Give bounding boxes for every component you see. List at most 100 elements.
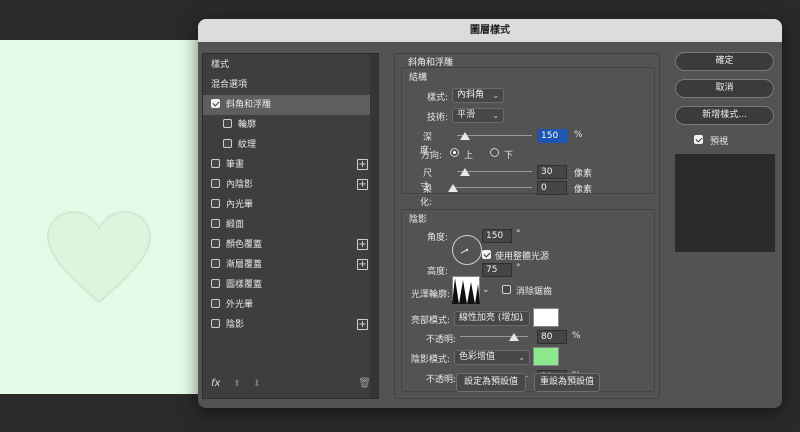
- gloss-chevron-down-icon[interactable]: ⌄: [482, 285, 490, 295]
- sidebar-item-label: 紋理: [238, 140, 257, 150]
- sidebar-scrollbar[interactable]: [370, 54, 378, 398]
- heart-shape-icon: [46, 210, 152, 304]
- sidebar-item-checkbox[interactable]: [211, 219, 220, 228]
- sidebar-item-label: 斜角和浮雕: [226, 100, 272, 110]
- sidebar-item[interactable]: 筆畫 +: [203, 155, 370, 175]
- sidebar-item-label: 內陰影: [226, 180, 254, 190]
- sidebar-item[interactable]: 內陰影 +: [203, 175, 370, 195]
- sidebar-item[interactable]: 陰影 +: [203, 315, 370, 335]
- bevel-emboss-panel: 斜角和浮雕 結構 樣式: 內斜角 ⌄ 技術: 平滑 ⌄ 深度: 150 % 方向…: [394, 53, 660, 399]
- shading-group: 陰影 角度: 150 ° 使用整體光源 高度: 75 ° 光澤輪廓: ⌄ 消除鋸…: [401, 209, 655, 392]
- antialias-label: 消除鋸齒: [516, 287, 553, 297]
- sidebar-item-label: 緞面: [226, 220, 245, 230]
- gloss-contour-label: 光澤輪廓:: [410, 290, 450, 300]
- fx-icon[interactable]: fx: [211, 378, 220, 389]
- angle-input[interactable]: 150: [482, 229, 512, 243]
- direction-down-radio[interactable]: [490, 148, 499, 157]
- highlight-opacity-input[interactable]: 80: [537, 330, 567, 344]
- shadow-opacity-label: 不透明:: [425, 375, 456, 385]
- size-slider-thumb[interactable]: [460, 168, 470, 176]
- depth-slider-thumb[interactable]: [460, 132, 470, 140]
- sidebar-footer: fx ⬆ ⬇ 🗑: [211, 378, 371, 392]
- size-unit: 像素: [574, 169, 593, 179]
- soften-slider-track[interactable]: [452, 187, 532, 188]
- add-effect-plus-icon[interactable]: +: [357, 259, 368, 270]
- direction-up-label: 上: [464, 151, 474, 161]
- sidebar-item-checkbox[interactable]: [211, 279, 220, 288]
- style-dropdown[interactable]: 內斜角 ⌄: [452, 88, 504, 103]
- set-default-button[interactable]: 設定為預設值: [456, 373, 526, 392]
- effects-sidebar: 樣式混合選項斜角和浮雕輪廓紋理筆畫 + 內陰影 + 內光暈緞面顏色覆蓋 + 漸層覆蓋 + 圖樣覆…: [202, 53, 379, 399]
- sidebar-item[interactable]: 樣式: [203, 55, 370, 75]
- highlight-opacity-thumb[interactable]: [509, 333, 520, 341]
- shadow-mode-value: 色彩增值: [459, 352, 496, 362]
- technique-dropdown[interactable]: 平滑 ⌄: [452, 108, 504, 123]
- depth-unit: %: [574, 130, 583, 140]
- global-light-checkbox[interactable]: [482, 250, 491, 259]
- sidebar-item-checkbox[interactable]: [211, 239, 220, 248]
- sidebar-item[interactable]: 顏色覆蓋 +: [203, 235, 370, 255]
- altitude-label: 高度:: [426, 267, 448, 277]
- sidebar-item-label: 筆畫: [226, 160, 245, 170]
- sidebar-item-label: 輪廓: [238, 120, 257, 130]
- sidebar-item[interactable]: 混合選項: [203, 75, 370, 95]
- add-effect-plus-icon[interactable]: +: [357, 159, 368, 170]
- angle-unit: °: [516, 229, 521, 239]
- sidebar-item-checkbox[interactable]: [223, 119, 232, 128]
- trash-icon[interactable]: 🗑: [358, 378, 371, 389]
- sidebar-item-label: 樣式: [211, 60, 230, 70]
- sidebar-item[interactable]: 斜角和浮雕: [203, 95, 370, 115]
- move-up-icon[interactable]: ⬆: [233, 379, 241, 389]
- altitude-input[interactable]: 75: [482, 263, 512, 277]
- sidebar-item-label: 外光暈: [226, 300, 254, 310]
- sidebar-item-checkbox[interactable]: [211, 179, 220, 188]
- angle-dial[interactable]: [452, 235, 482, 265]
- sidebar-item[interactable]: 內光暈: [203, 195, 370, 215]
- sidebar-item[interactable]: 紋理: [203, 135, 370, 155]
- reset-default-button[interactable]: 重設為預設值: [534, 373, 600, 392]
- technique-label: 技術:: [426, 113, 448, 123]
- chevron-down-icon: ⌄: [518, 314, 525, 323]
- add-effect-plus-icon[interactable]: +: [357, 319, 368, 330]
- soften-slider-thumb[interactable]: [448, 184, 458, 192]
- shadow-mode-dropdown[interactable]: 色彩增值 ⌄: [454, 350, 530, 365]
- move-down-icon[interactable]: ⬇: [253, 379, 261, 389]
- add-effect-plus-icon[interactable]: +: [357, 239, 368, 250]
- sidebar-item-checkbox[interactable]: [211, 199, 220, 208]
- structure-group: 結構 樣式: 內斜角 ⌄ 技術: 平滑 ⌄ 深度: 150 % 方向: 上 下 …: [401, 67, 655, 208]
- preview-checkbox[interactable]: [694, 135, 703, 144]
- add-effect-plus-icon[interactable]: +: [357, 179, 368, 190]
- shadow-color-swatch[interactable]: [533, 347, 559, 366]
- soften-input[interactable]: 0: [537, 181, 567, 195]
- sidebar-item[interactable]: 圖樣覆蓋: [203, 275, 370, 295]
- chevron-down-icon: ⌄: [492, 91, 499, 100]
- sidebar-item[interactable]: 外光暈: [203, 295, 370, 315]
- dialog-title: 圖層樣式: [198, 19, 782, 42]
- size-input[interactable]: 30: [537, 165, 567, 179]
- layer-style-dialog: 圖層樣式 樣式混合選項斜角和浮雕輪廓紋理筆畫 + 內陰影 + 內光暈緞面顏色覆蓋 + 漸層覆…: [198, 19, 782, 408]
- depth-input[interactable]: 150: [537, 129, 567, 143]
- sidebar-item[interactable]: 漸層覆蓋 +: [203, 255, 370, 275]
- sidebar-item-checkbox[interactable]: [211, 99, 220, 108]
- shadow-mode-label: 陰影模式:: [410, 355, 450, 365]
- sidebar-item-checkbox[interactable]: [211, 299, 220, 308]
- sidebar-item[interactable]: 緞面: [203, 215, 370, 235]
- sidebar-item[interactable]: 輪廓: [203, 115, 370, 135]
- direction-up-radio[interactable]: [450, 148, 459, 157]
- sidebar-item-checkbox[interactable]: [211, 159, 220, 168]
- gloss-contour-preview[interactable]: [452, 276, 480, 304]
- antialias-checkbox[interactable]: [502, 285, 511, 294]
- highlight-mode-dropdown[interactable]: 線性加亮 (增加) ⌄: [454, 311, 530, 326]
- preview-label: 預視: [710, 137, 729, 147]
- sidebar-item-checkbox[interactable]: [223, 139, 232, 148]
- new-style-button[interactable]: 新增樣式...: [675, 106, 774, 125]
- sidebar-item-checkbox[interactable]: [211, 319, 220, 328]
- angle-label: 角度:: [426, 233, 448, 243]
- highlight-mode-value: 線性加亮 (增加): [459, 313, 523, 323]
- sidebar-item-checkbox[interactable]: [211, 259, 220, 268]
- style-label: 樣式:: [426, 93, 448, 103]
- chevron-down-icon: ⌄: [492, 111, 499, 120]
- cancel-button[interactable]: 取消: [675, 79, 774, 98]
- ok-button[interactable]: 確定: [675, 52, 774, 71]
- highlight-color-swatch[interactable]: [533, 308, 559, 327]
